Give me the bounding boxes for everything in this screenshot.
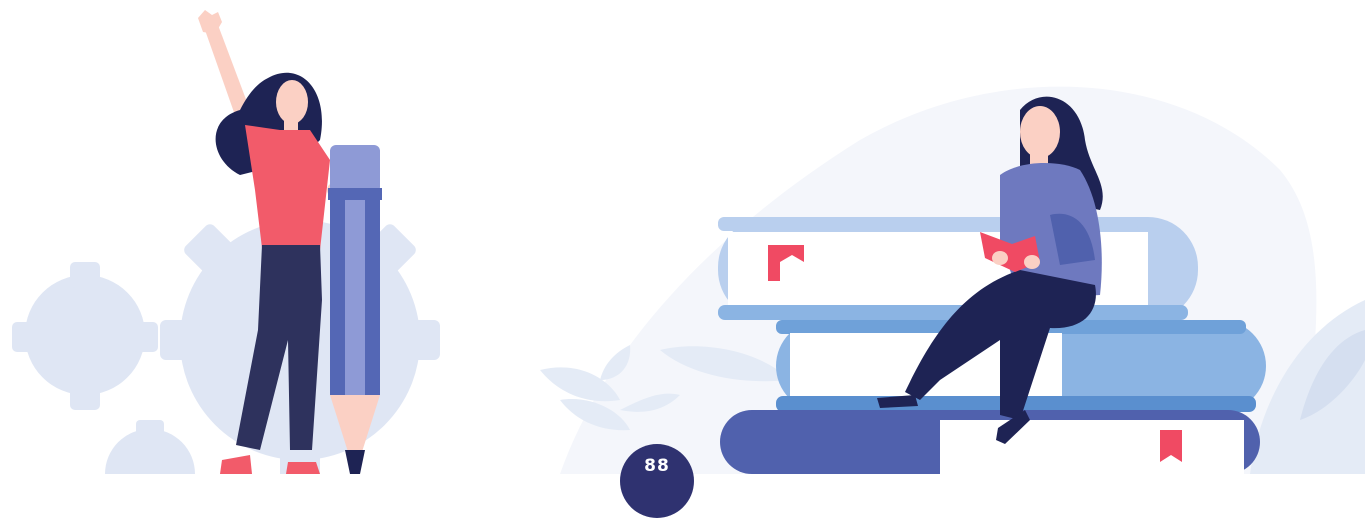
illustration-scene: 88 bbox=[0, 0, 1365, 518]
bottom-gear-icon bbox=[105, 420, 195, 518]
small-gear-icon bbox=[12, 262, 158, 410]
number-badge: 88 bbox=[620, 444, 694, 518]
scene-svg bbox=[12, 10, 1365, 518]
